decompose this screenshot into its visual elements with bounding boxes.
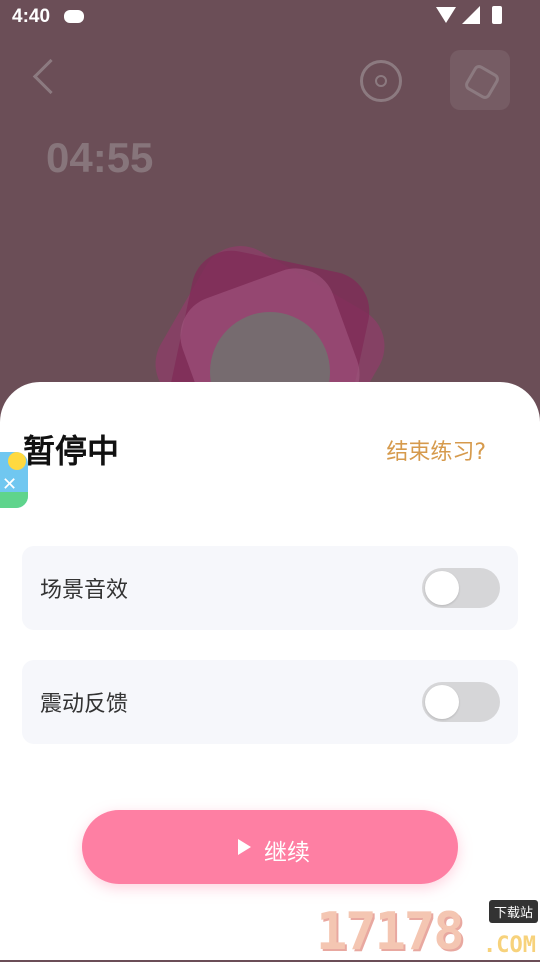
watermark-suffix: .COM: [483, 933, 536, 958]
gamepad-icon: [64, 10, 84, 23]
setting-row-vibration: 震动反馈: [22, 660, 518, 744]
setting-row-scene-sound: 场景音效: [22, 546, 518, 630]
landscape-icon: [0, 492, 28, 508]
setting-label: 场景音效: [40, 578, 129, 603]
pause-sheet: 暂停中 结束练习? 场景音效 震动反馈 继续: [0, 382, 540, 960]
battery-icon: [492, 6, 502, 24]
watermark-digits: 17178: [316, 902, 465, 962]
watermark-badge: 下载站: [488, 900, 538, 923]
status-time: 4:40: [12, 6, 51, 27]
floating-assistant-icon[interactable]: ✕: [0, 452, 28, 508]
toggle-knob: [425, 571, 459, 605]
continue-label: 继续: [264, 840, 310, 866]
settings-button[interactable]: [450, 50, 510, 110]
music-disc-icon[interactable]: [360, 60, 402, 102]
end-practice-link[interactable]: 结束练习?: [386, 434, 486, 466]
sun-icon: [8, 452, 26, 470]
status-bar: 4:40: [0, 0, 540, 36]
site-watermark: 17178 下载站 .COM: [316, 896, 540, 962]
back-icon[interactable]: [32, 58, 69, 95]
status-icons: [436, 6, 502, 24]
toggle-knob: [425, 685, 459, 719]
settings-icon: [462, 62, 502, 102]
wifi-icon: [436, 7, 456, 23]
continue-button[interactable]: 继续: [82, 810, 458, 884]
play-icon: [238, 839, 251, 855]
setting-label: 震动反馈: [40, 692, 129, 717]
sheet-title: 暂停中: [23, 432, 120, 470]
practice-timer: 04:55: [46, 134, 154, 181]
vibration-toggle[interactable]: [422, 682, 500, 722]
scene-sound-toggle[interactable]: [422, 568, 500, 608]
signal-icon: [462, 6, 480, 24]
